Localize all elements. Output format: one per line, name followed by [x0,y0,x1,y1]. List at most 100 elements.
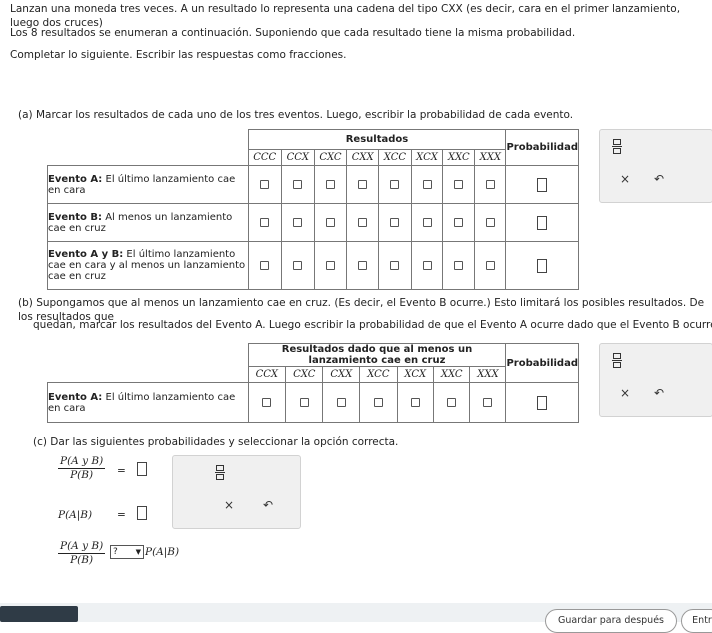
undo-icon[interactable]: ↶ [261,498,275,512]
outcome-checkbox[interactable] [293,179,303,189]
outcome-cell [474,241,507,290]
outcome-checkbox[interactable] [447,397,457,407]
outcome-cell [410,241,444,290]
outcome-cell [396,382,434,423]
outcome-header: CXX [322,366,361,383]
outcome-checkbox[interactable] [299,397,309,407]
outcome-header: XXX [474,149,507,166]
part-b-table: Resultados dado que al menos un lanzamie… [47,343,579,423]
outcome-checkbox[interactable] [373,397,383,407]
probability-cell [505,203,579,242]
outcome-checkbox[interactable] [325,179,335,189]
outcome-checkbox[interactable] [293,260,303,270]
outcomes-header: Resultados [247,129,507,150]
outcome-cell [442,165,476,204]
outcome-header: XCX [410,149,444,166]
event-label: Evento A y B: El último lanzamiento cae … [47,241,249,290]
empty-corner [47,343,249,383]
outcome-checkbox[interactable] [483,397,493,407]
part-c-instruction: (c) Dar las siguientes probabilidades y … [33,436,399,448]
outcome-checkbox[interactable] [358,260,368,270]
outcome-cell [313,203,348,242]
outcome-checkbox[interactable] [260,179,270,189]
outcome-cell [378,241,412,290]
probability-answer-box[interactable] [537,395,548,410]
outcome-cell [313,165,348,204]
outcome-checkbox[interactable] [336,397,346,407]
event-name: Evento A: [48,391,103,403]
comparison-fraction: P(A y B) P(B) [58,540,106,567]
clear-icon[interactable]: × [618,386,632,400]
undo-icon[interactable]: ↶ [652,386,666,400]
outcome-cell [247,241,282,290]
outcome-checkbox[interactable] [293,217,303,227]
outcome-cell [442,241,476,290]
comparison-expression: P(A y B) P(B) [58,540,106,567]
outcome-checkbox[interactable] [485,217,495,227]
ratio-expression: P(A y B) P(B) [58,455,106,482]
outcome-checkbox[interactable] [454,217,464,227]
probability-answer-box[interactable] [537,258,548,273]
probability-answer-box[interactable] [537,215,548,230]
outcome-cell [442,203,476,242]
clear-icon[interactable]: × [222,498,236,512]
probability-cell [505,382,579,423]
fraction-icon[interactable] [215,465,225,480]
outcome-header: XXC [432,366,471,383]
outcome-cell [410,165,444,204]
outcome-checkbox[interactable] [485,260,495,270]
outcome-checkbox[interactable] [358,179,368,189]
save-later-button[interactable]: Guardar para después [545,609,677,633]
outcome-checkbox[interactable] [390,260,400,270]
outcome-cell [378,203,412,242]
outcome-cell [432,382,471,423]
outcome-checkbox[interactable] [390,179,400,189]
outcome-checkbox[interactable] [262,397,272,407]
outcome-header: CXX [346,149,380,166]
clear-icon[interactable]: × [618,172,632,186]
outcome-cell [474,165,507,204]
outcome-header: XXX [469,366,507,383]
outcome-checkbox[interactable] [325,260,335,270]
outcome-cell [410,203,444,242]
equals-sign-1: = [117,465,126,477]
event-name: Evento A: [48,173,103,185]
conditional-answer-box[interactable] [137,506,147,520]
part-a-table: Resultados Probabilidad CCC CCX CXC CXX XCC X… [47,129,579,290]
outcome-checkbox[interactable] [260,217,270,227]
outcome-checkbox[interactable] [410,397,420,407]
outcome-checkbox[interactable] [325,217,335,227]
submit-button[interactable]: Entr [681,609,712,633]
outcome-cell [247,165,282,204]
event-label: Evento B: Al menos un lanzamiento cae en… [47,203,249,242]
outcome-header: XCC [378,149,412,166]
outcome-cell [280,203,315,242]
ratio-answer-box[interactable] [137,462,147,476]
part-b-tools-panel: × ↶ [599,343,712,417]
outcome-checkbox[interactable] [454,260,464,270]
outcome-checkbox[interactable] [422,179,432,189]
outcome-checkbox[interactable] [260,260,270,270]
outcome-cell [346,203,380,242]
comparison-select[interactable]: ? ▼ [110,545,144,559]
outcome-cell [359,382,398,423]
fraction-icon[interactable] [612,353,622,368]
undo-icon[interactable]: ↶ [652,172,666,186]
ratio-fraction: P(A y B) P(B) [58,455,106,482]
outcome-cell [346,165,380,204]
outcome-header: XCC [359,366,398,383]
outcome-checkbox[interactable] [454,179,464,189]
probability-answer-box[interactable] [537,177,548,192]
outcome-checkbox[interactable] [422,217,432,227]
comparison-denominator: P(B) [70,554,94,566]
outcome-checkbox[interactable] [358,217,368,227]
ratio-numerator: P(A y B) [58,455,106,469]
outcome-header: CCC [247,149,282,166]
outcome-cell [474,203,507,242]
outcome-checkbox[interactable] [485,179,495,189]
outcome-cell [322,382,361,423]
outcome-checkbox[interactable] [422,260,432,270]
fraction-icon[interactable] [612,139,622,154]
verify-button[interactable] [0,606,78,622]
outcome-checkbox[interactable] [390,217,400,227]
